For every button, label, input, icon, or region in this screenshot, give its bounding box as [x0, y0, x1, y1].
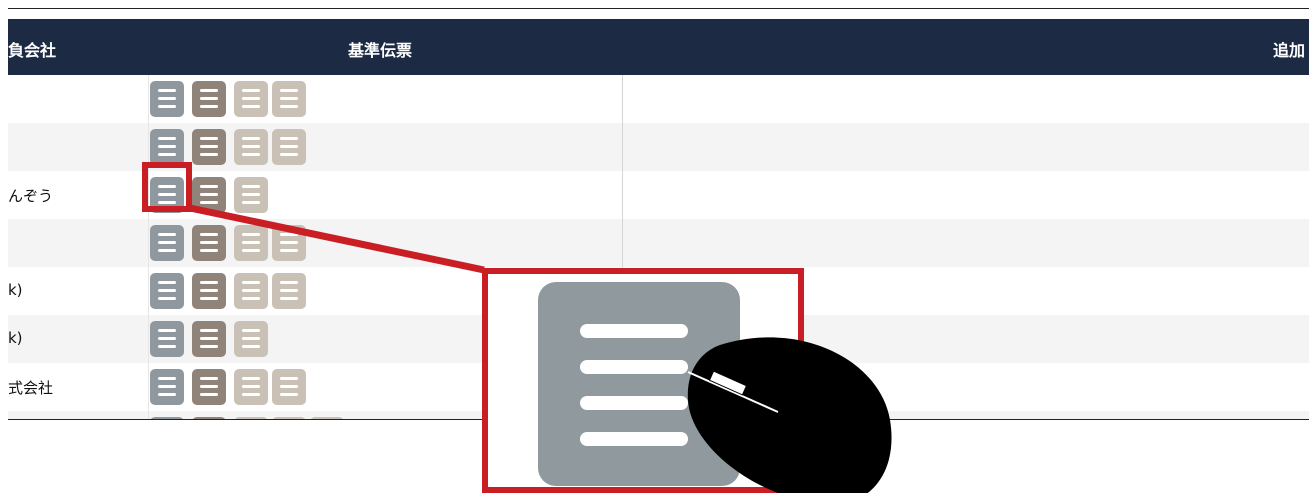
mouse-cursor-icon [687, 337, 892, 493]
